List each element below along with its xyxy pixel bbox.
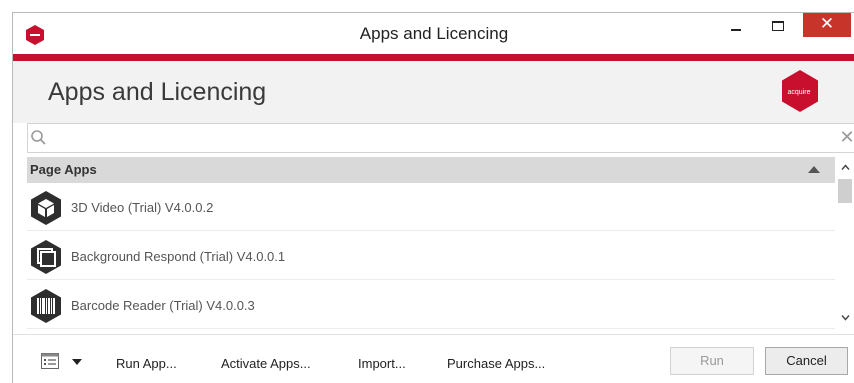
group-label: Page Apps bbox=[30, 162, 97, 177]
header: Apps and Licencing acquire bbox=[13, 61, 854, 123]
search-icon bbox=[30, 129, 48, 147]
scroll-thumb[interactable] bbox=[838, 179, 852, 203]
clear-search-icon[interactable]: ✕ bbox=[838, 127, 854, 149]
barcode-icon bbox=[27, 287, 65, 325]
list-item-label: Barcode Reader (Trial) V4.0.0.3 bbox=[71, 298, 255, 313]
scroll-down-icon[interactable] bbox=[841, 313, 850, 322]
import-button[interactable]: Import... bbox=[358, 356, 406, 371]
page-title: Apps and Licencing bbox=[48, 78, 267, 106]
list-item[interactable]: Barcode Reader (Trial) V4.0.0.3 bbox=[27, 281, 835, 329]
close-button[interactable]: ✕ bbox=[803, 13, 851, 37]
list-item[interactable]: Background Respond (Trial) V4.0.0.1 bbox=[27, 232, 835, 280]
apps-list: Page Apps 3D Video (Trial) V4.0.0.2 Back… bbox=[27, 157, 854, 332]
view-menu-icon[interactable] bbox=[41, 353, 59, 369]
purchase-apps-button[interactable]: Purchase Apps... bbox=[447, 356, 545, 371]
search-bar: ✕ bbox=[27, 123, 854, 153]
logo-text: acquire bbox=[788, 89, 811, 96]
run-button[interactable]: Run bbox=[670, 347, 754, 375]
collapse-icon[interactable] bbox=[808, 166, 820, 173]
acquire-logo: acquire bbox=[781, 69, 819, 113]
list-item-label: 3D Video (Trial) V4.0.0.2 bbox=[71, 200, 214, 215]
run-app-button[interactable]: Run App... bbox=[116, 356, 177, 371]
layers-icon bbox=[27, 238, 65, 276]
minimize-button[interactable] bbox=[719, 13, 753, 41]
maximize-button[interactable] bbox=[761, 13, 795, 41]
search-input[interactable] bbox=[52, 127, 822, 149]
list-item[interactable]: 3D Video (Trial) V4.0.0.2 bbox=[27, 183, 835, 231]
close-icon: ✕ bbox=[819, 14, 835, 34]
chevron-down-icon[interactable] bbox=[72, 359, 82, 365]
group-header-page-apps[interactable]: Page Apps bbox=[27, 157, 835, 183]
activate-apps-button[interactable]: Activate Apps... bbox=[221, 356, 311, 371]
brand-bar bbox=[13, 54, 854, 61]
cancel-button[interactable]: Cancel bbox=[765, 347, 848, 375]
apps-licencing-window: Apps and Licencing ✕ Apps and Licencing … bbox=[12, 12, 854, 383]
scroll-up-icon[interactable] bbox=[841, 163, 850, 172]
maximize-icon bbox=[772, 21, 784, 31]
minimize-icon bbox=[731, 29, 741, 31]
title-bar[interactable]: Apps and Licencing ✕ bbox=[13, 13, 854, 54]
list-item-label: Background Respond (Trial) V4.0.0.1 bbox=[71, 249, 286, 264]
list-scrollbar[interactable] bbox=[835, 157, 854, 332]
cube-icon bbox=[27, 189, 65, 227]
footer-toolbar: Run App... Activate Apps... Import... Pu… bbox=[13, 334, 854, 383]
